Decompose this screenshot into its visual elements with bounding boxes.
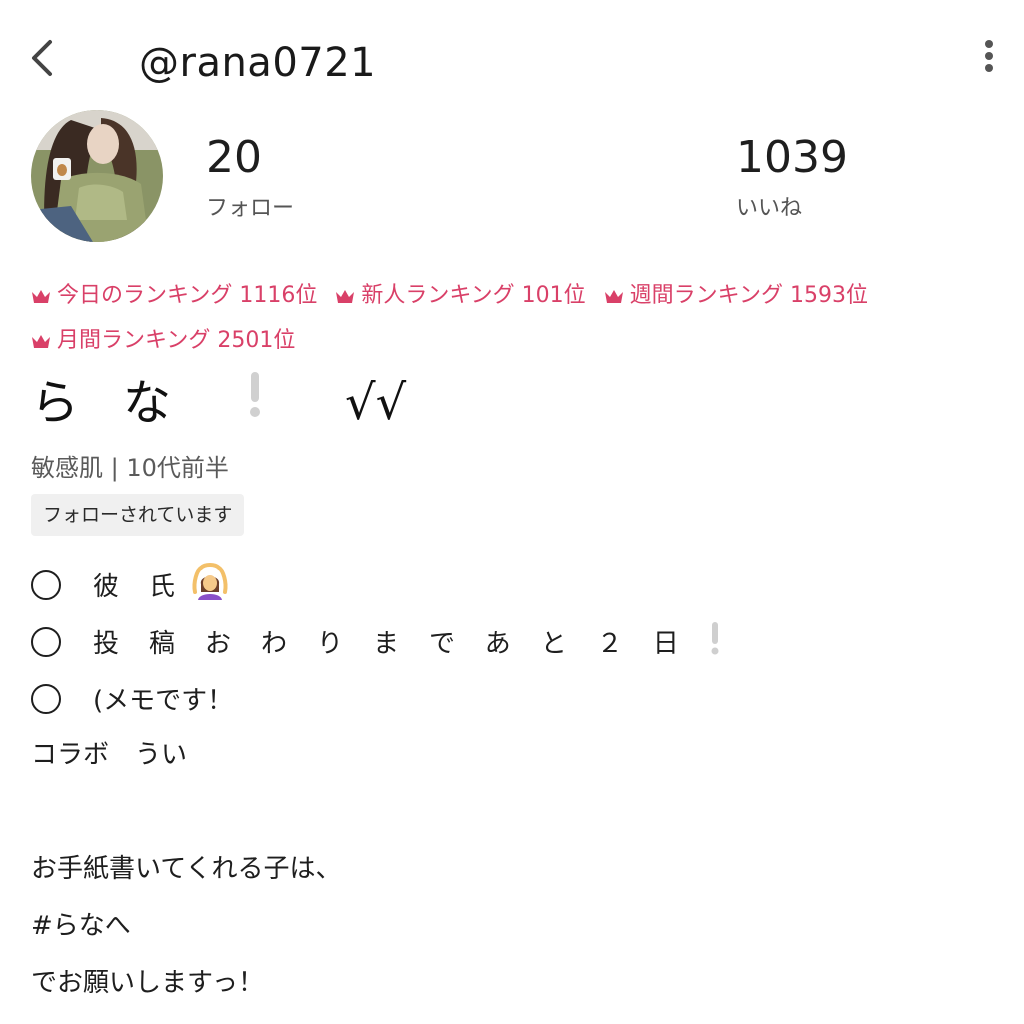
display-name-suffix: √√ <box>345 375 407 431</box>
crown-icon <box>32 290 50 303</box>
bio-todo-text: 投稿おわりまであと２日 <box>93 629 709 659</box>
bio-line: お手紙書いてくれる子は、 <box>31 854 342 884</box>
bio-line[interactable]: #らなへ <box>31 898 991 955</box>
woman-gesturing-ok-icon <box>191 562 229 607</box>
bio-line <box>31 784 991 841</box>
profile-header: @rana0721 <box>0 0 1024 110</box>
username-title: @rana0721 <box>139 40 377 86</box>
ranking-daily-label: 今日のランキング 1116位 <box>57 283 318 308</box>
circle-icon <box>31 569 61 600</box>
chevron-left-icon <box>32 40 52 76</box>
circle-icon <box>31 683 61 714</box>
display-name: らな √√ <box>31 368 406 438</box>
ranking-daily[interactable]: 今日のランキング 1116位 <box>31 278 317 314</box>
crown-icon <box>32 335 50 348</box>
ranking-weekly-label: 週間ランキング 1593位 <box>629 283 868 308</box>
bio-line: でお願いしますっ！ <box>31 968 264 998</box>
display-name-text: らな <box>31 375 216 431</box>
bio: 彼氏 投稿おわりまであと２日 (メモです！ コラボ うい お手紙書いてくれる子は <box>31 556 991 1012</box>
following-count: 20 <box>206 132 262 183</box>
back-button[interactable] <box>22 34 62 82</box>
avatar[interactable] <box>31 110 163 242</box>
ranking-newcomer[interactable]: 新人ランキング 101位 <box>335 278 586 314</box>
ranking-row: 月間ランキング 2501位 <box>31 323 991 359</box>
profile-meta: 敏感肌 | 10代前半 <box>31 454 229 482</box>
crown-icon <box>336 290 355 303</box>
exclamation-icon <box>709 620 721 663</box>
likes-stat[interactable]: 1039 いいね <box>736 132 848 224</box>
follow-status-badge: フォローされています <box>31 494 245 536</box>
ranking-monthly[interactable]: 月間ランキング 2501位 <box>31 323 295 359</box>
following-stat[interactable]: 20 フォロー <box>206 132 294 224</box>
ranking-newcomer-label: 新人ランキング 101位 <box>361 283 586 308</box>
ranking-row: 今日のランキング 1116位 新人ランキング 101位 週間ランキング 1593… <box>31 278 991 314</box>
likes-count: 1039 <box>736 132 848 183</box>
more-options-button[interactable] <box>972 36 1006 80</box>
likes-label: いいね <box>736 196 803 221</box>
ranking-list: 今日のランキング 1116位 新人ランキング 101位 週間ランキング 1593… <box>31 278 991 368</box>
ranking-monthly-label: 月間ランキング 2501位 <box>57 328 296 353</box>
bio-todo-item: (メモです！ <box>31 670 991 727</box>
exclamation-icon <box>245 366 265 441</box>
circle-icon <box>31 626 61 657</box>
crown-icon <box>604 290 623 303</box>
bio-todo-text: 彼氏 <box>93 572 206 602</box>
more-vertical-icon <box>985 40 993 72</box>
avatar-photo <box>31 110 163 242</box>
bio-todo-item: 投稿おわりまであと２日 <box>31 613 991 670</box>
bio-line: コラボ うい <box>31 740 188 770</box>
ranking-weekly[interactable]: 週間ランキング 1593位 <box>604 278 868 314</box>
following-label: フォロー <box>206 196 295 221</box>
bio-todo-item: 彼氏 <box>31 556 991 613</box>
bio-todo-text: (メモです！ <box>93 686 234 716</box>
